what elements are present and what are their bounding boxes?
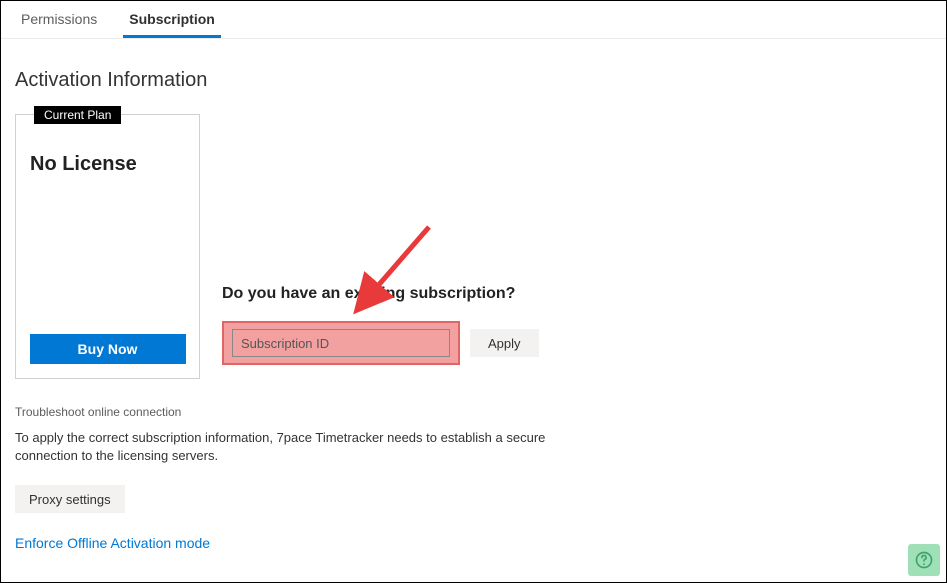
activation-row: Current Plan No License Buy Now Do you h… <box>15 114 932 379</box>
content-area: Activation Information Current Plan No L… <box>1 39 946 551</box>
troubleshoot-title: Troubleshoot online connection <box>15 405 932 419</box>
troubleshoot-description: To apply the correct subscription inform… <box>15 429 555 465</box>
apply-button[interactable]: Apply <box>470 329 539 357</box>
subscription-block: Do you have an existing subscription? Ap… <box>222 285 539 379</box>
enforce-offline-link[interactable]: Enforce Offline Activation mode <box>15 535 210 551</box>
subscription-input-highlight <box>222 321 460 365</box>
plan-name: No License <box>16 153 137 176</box>
help-icon <box>914 550 934 570</box>
tab-subscription[interactable]: Subscription <box>123 1 221 38</box>
current-plan-badge: Current Plan <box>34 106 121 124</box>
subscription-id-input[interactable] <box>232 329 450 357</box>
help-button[interactable] <box>908 544 940 576</box>
page-title: Activation Information <box>15 69 932 92</box>
proxy-settings-button[interactable]: Proxy settings <box>15 485 125 513</box>
tab-permissions[interactable]: Permissions <box>15 1 103 38</box>
tabs-bar: Permissions Subscription <box>1 1 946 39</box>
subscription-input-row: Apply <box>222 321 539 365</box>
app-frame: Permissions Subscription Activation Info… <box>0 0 947 583</box>
subscription-question: Do you have an existing subscription? <box>222 285 539 303</box>
buy-now-button[interactable]: Buy Now <box>30 334 186 364</box>
current-plan-card: Current Plan No License Buy Now <box>15 114 200 379</box>
